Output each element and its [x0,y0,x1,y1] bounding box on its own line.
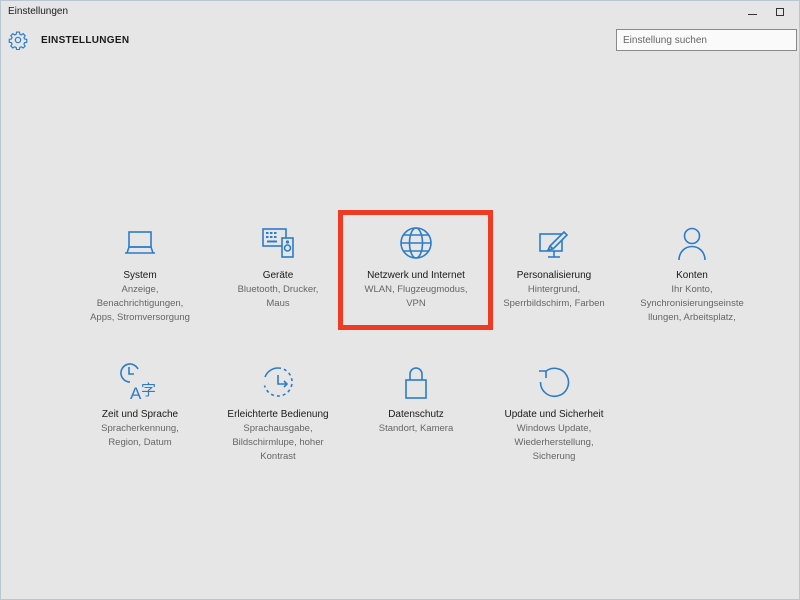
tile-personalization[interactable]: Personalisierung Hintergrund, Sperrbilds… [489,223,619,311]
svg-text:字: 字 [141,381,156,399]
search-box[interactable] [616,29,797,51]
accessibility-icon [263,367,293,397]
tile-devices[interactable]: Geräte Bluetooth, Drucker, Maus [213,223,343,311]
settings-window: Einstellungen EINSTELLUNGEN Sys [0,0,800,600]
tile-description: Windows Update, Wiederherstellung, Siche… [514,423,594,462]
tile-update-security[interactable]: Update und Sicherheit Windows Update, Wi… [489,362,619,464]
minimize-button[interactable] [741,3,763,21]
gear-icon [8,31,28,50]
person-icon [678,227,706,261]
minimize-icon [747,13,757,15]
tile-accessibility[interactable]: Erleichterte Bedienung Sprachausgabe, Bi… [213,362,343,464]
tile-time-language[interactable]: A 字 Zeit und Sprache Spracherkennung, Re… [75,362,205,450]
tile-system[interactable]: System Anzeige, Benachrichtigungen, Apps… [75,223,205,325]
tile-description: Anzeige, Benachrichtigungen, Apps, Strom… [90,284,190,323]
update-icon [539,367,570,398]
tile-name: Erleichterte Bedienung [227,409,329,420]
globe-icon [400,227,432,259]
maximize-button[interactable] [769,3,791,21]
tile-accounts[interactable]: Konten Ihr Konto, Synchronisierungseinst… [627,223,757,325]
tile-name: Netzwerk und Internet [367,270,465,281]
search-input[interactable] [617,30,796,51]
tile-description: Sprachausgabe, Bildschirmlupe, hoher Kon… [232,423,324,462]
title-bar: Einstellungen [1,1,799,23]
tile-privacy[interactable]: Datenschutz Standort, Kamera [351,362,481,436]
tile-description: Spracherkennung, Region, Datum [101,423,179,448]
tile-name: System [123,270,157,281]
paint-icon [539,230,569,258]
time-language-icon: A 字 [120,363,156,402]
laptop-icon [125,231,155,254]
tile-name: Zeit und Sprache [101,409,179,420]
tile-name: Geräte [262,270,294,281]
tile-description: Standort, Kamera [378,423,454,434]
tile-name: Datenschutz [388,409,444,420]
tile-description: Bluetooth, Drucker, Maus [237,284,319,309]
settings-header: EINSTELLUNGEN [1,25,799,55]
tile-name: Update und Sicherheit [504,409,604,420]
tile-description: Ihr Konto, Synchronisierungseinste llung… [640,284,744,323]
maximize-icon [776,8,784,16]
lock-icon [405,367,427,399]
tile-description: WLAN, Flugzeugmodus, VPN [364,284,468,309]
tile-description: Hintergrund, Sperrbildschirm, Farben [503,284,605,309]
window-title: Einstellungen [8,6,69,17]
devices-icon [262,228,294,258]
page-title: EINSTELLUNGEN [41,35,130,46]
tile-name: Personalisierung [516,270,592,281]
tile-network-internet[interactable]: Netzwerk und Internet WLAN, Flugzeugmodu… [351,223,481,311]
tile-name: Konten [676,270,708,281]
